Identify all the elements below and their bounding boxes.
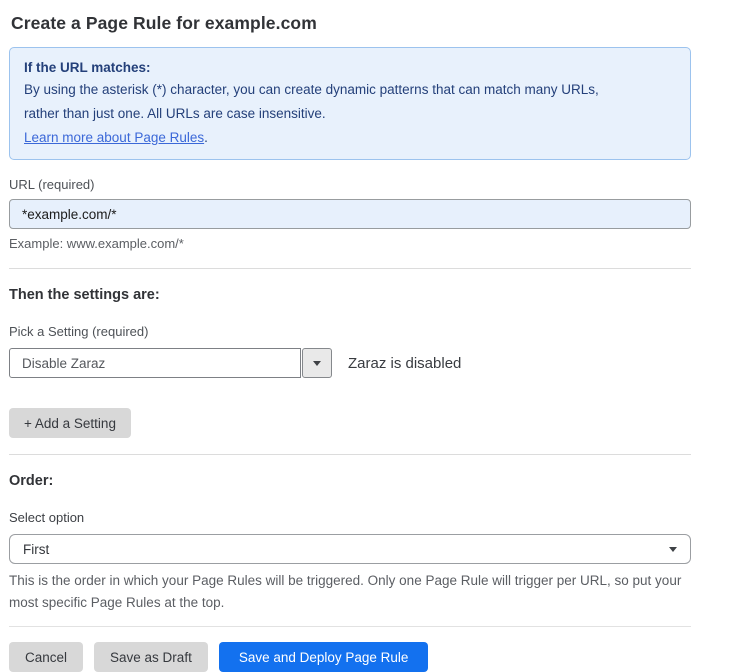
add-setting-button[interactable]: + Add a Setting [9, 408, 131, 438]
page-rule-form: Create a Page Rule for example.com If th… [9, 0, 691, 672]
order-help-line2: most specific Page Rules at the top. [9, 592, 691, 614]
setting-row: Disable Zaraz Zaraz is disabled [9, 348, 691, 378]
save-draft-button[interactable]: Save as Draft [94, 642, 208, 672]
page-title: Create a Page Rule for example.com [11, 12, 691, 34]
form-actions: Cancel Save as Draft Save and Deploy Pag… [9, 642, 691, 672]
info-box-heading: If the URL matches: [24, 57, 676, 78]
info-box-body-line2: rather than just one. All URLs are case … [24, 102, 676, 126]
triangle-down-icon [313, 361, 321, 366]
setting-dropdown-button[interactable] [302, 348, 332, 378]
order-help-line1: This is the order in which your Page Rul… [9, 570, 691, 592]
cancel-button[interactable]: Cancel [9, 642, 83, 672]
order-select-value: First [23, 542, 49, 557]
order-select[interactable]: First [9, 534, 691, 564]
setting-select[interactable]: Disable Zaraz [9, 348, 332, 378]
setting-select-value[interactable]: Disable Zaraz [9, 348, 301, 378]
setting-status-text: Zaraz is disabled [348, 355, 461, 372]
pick-setting-label: Pick a Setting (required) [9, 324, 691, 340]
learn-more-link[interactable]: Learn more about Page Rules [24, 130, 204, 145]
order-help-text: This is the order in which your Page Rul… [9, 570, 691, 614]
save-deploy-button[interactable]: Save and Deploy Page Rule [219, 642, 429, 672]
url-example-text: Example: www.example.com/* [9, 236, 691, 252]
link-period: . [204, 130, 208, 145]
info-box-body-line1: By using the asterisk (*) character, you… [24, 78, 676, 102]
info-box-link-row: Learn more about Page Rules. [24, 126, 676, 149]
divider [9, 454, 691, 455]
divider [9, 268, 691, 269]
order-heading: Order: [9, 472, 691, 490]
select-option-label: Select option [9, 510, 691, 526]
divider [9, 626, 691, 627]
url-input[interactable] [9, 199, 691, 229]
settings-heading: Then the settings are: [9, 286, 691, 304]
url-label: URL (required) [9, 177, 691, 193]
url-match-info-box: If the URL matches: By using the asteris… [9, 47, 691, 160]
caret-down-icon [669, 547, 677, 552]
